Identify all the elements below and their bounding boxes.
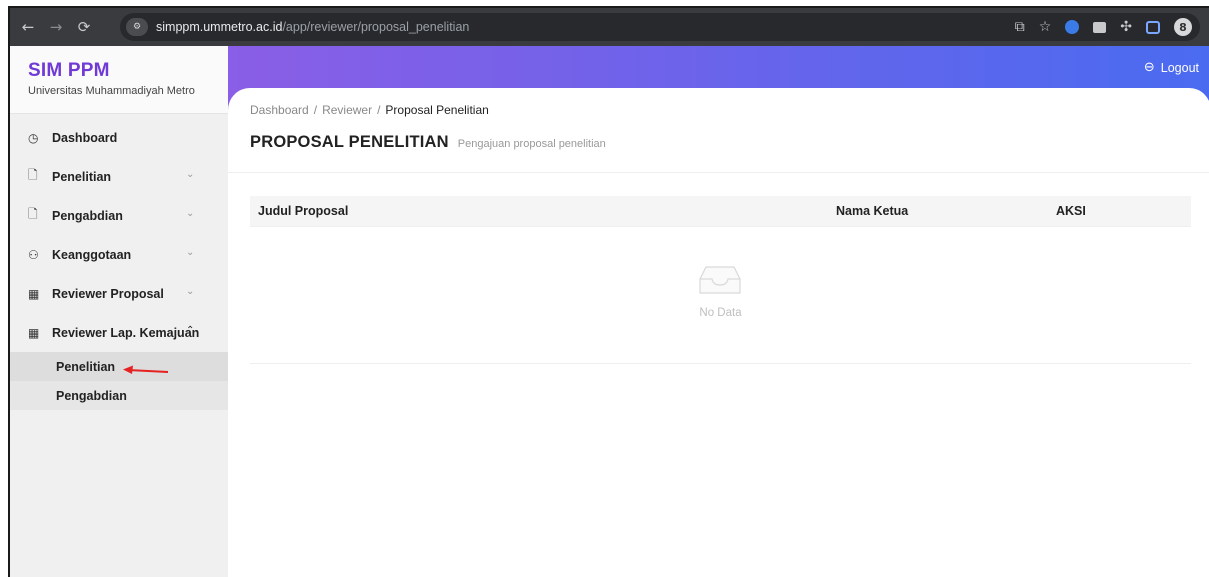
star-icon[interactable]: ☆ [1039, 19, 1052, 35]
sidebar-item-reviewer-proposal[interactable]: ▦ Reviewer Proposal ⌄ [10, 274, 228, 313]
sidebar-item-penelitian[interactable]: 🗋 Penelitian ⌄ [10, 157, 228, 196]
browser-window: ← → ⟳ ⚙ simppm.ummetro.ac.id/app/reviewe… [8, 6, 1209, 577]
browser-actions: ⧉ ☆ ✣ 8 [1015, 13, 1192, 41]
sidebar-item-label: Reviewer Lap. Kemajuan [52, 325, 200, 340]
sidebar-item-label: Reviewer Proposal [52, 286, 164, 301]
sidebar-item-label: Keanggotaan [52, 247, 132, 262]
sidebar-icon[interactable] [1146, 20, 1160, 34]
breadcrumb: Dashboard / Reviewer / Proposal Penelitian [250, 103, 489, 117]
annotation-arrow-icon [123, 365, 169, 374]
chevron-down-icon: ⌄ [186, 247, 195, 258]
column-header-aksi: AKSI [1056, 204, 1086, 218]
sidebar-item-label: Pengabdian [52, 208, 123, 223]
brand-title: SIM PPM [28, 60, 110, 81]
document-icon: 🗋 [28, 207, 38, 221]
submenu-reviewer-lap-kemajuan: Penelitian Pengabdian [10, 352, 228, 410]
brand: SIM PPM Universitas Muhammadiyah Metro [10, 46, 228, 114]
url-text[interactable]: simppm.ummetro.ac.id/app/reviewer/propos… [156, 20, 469, 34]
empty-inbox-icon [699, 266, 741, 294]
extension-icon[interactable]: ✣ [1120, 19, 1132, 35]
chevron-up-icon: ⌃ [186, 325, 195, 336]
sidebar-item-label: Dashboard [52, 130, 118, 145]
dashboard-icon: ◷ [28, 130, 39, 145]
sidebar-item-pengabdian[interactable]: 🗋 Pengabdian ⌄ [10, 196, 228, 235]
sidebar-item-keanggotaan[interactable]: ⚇ Keanggotaan ⌄ [10, 235, 228, 274]
sidebar-menu: ◷ Dashboard 🗋 Penelitian ⌄ 🗋 Pengabdian … [10, 114, 228, 410]
profile-icon[interactable]: 8 [1174, 18, 1192, 36]
logout-label: Logout [1160, 60, 1199, 75]
sidebar-item-dashboard[interactable]: ◷ Dashboard [10, 118, 228, 157]
address-bar[interactable]: ⚙ simppm.ummetro.ac.id/app/reviewer/prop… [120, 13, 1200, 41]
share-icon[interactable]: ⧉ [1015, 19, 1025, 35]
breadcrumb-link-dashboard[interactable]: Dashboard [250, 103, 309, 117]
submenu-item-penelitian[interactable]: Penelitian [10, 352, 228, 381]
extension-icon[interactable] [1065, 20, 1080, 34]
logout-icon: ⊖ [1143, 60, 1155, 75]
chevron-down-icon: ⌄ [186, 208, 195, 219]
column-header-judul-proposal[interactable]: Judul Proposal [258, 204, 348, 218]
back-arrow-icon[interactable]: ← [16, 15, 40, 39]
document-icon: 🗋 [28, 168, 38, 182]
column-header-nama-ketua[interactable]: Nama Ketua [836, 204, 908, 218]
breadcrumb-link-reviewer[interactable]: Reviewer [322, 103, 372, 117]
extension-icon[interactable] [1093, 21, 1107, 33]
url-host: simppm.ummetro.ac.id [156, 20, 283, 34]
table-header: Judul Proposal Nama Ketua AKSI [250, 196, 1191, 227]
sidebar: SIM PPM Universitas Muhammadiyah Metro ◷… [10, 46, 228, 577]
form-icon: ▦ [28, 286, 40, 301]
url-path: /app/reviewer/proposal_penelitian [282, 20, 470, 34]
brand-subtitle: Universitas Muhammadiyah Metro [28, 85, 195, 97]
breadcrumb-separator: / [313, 103, 318, 117]
page-heading: PROPOSAL PENELITIAN Pengajuan proposal p… [250, 133, 606, 152]
proposal-table: Judul Proposal Nama Ketua AKSI No Data [250, 196, 1191, 364]
table-body: No Data [250, 227, 1191, 364]
sidebar-item-reviewer-lap-kemajuan[interactable]: ▦ Reviewer Lap. Kemajuan ⌃ [10, 313, 228, 352]
sidebar-item-label: Penelitian [52, 169, 112, 184]
site-info-icon[interactable]: ⚙ [126, 18, 148, 36]
submenu-item-pengabdian[interactable]: Pengabdian [10, 381, 228, 410]
browser-toolbar: ← → ⟳ ⚙ simppm.ummetro.ac.id/app/reviewe… [10, 8, 1209, 46]
users-icon: ⚇ [28, 247, 39, 262]
breadcrumb-separator: / [377, 103, 381, 117]
chevron-down-icon: ⌄ [186, 286, 195, 297]
page-title: PROPOSAL PENELITIAN [250, 133, 449, 151]
logout-button[interactable]: ⊖ Logout [1144, 60, 1199, 75]
forward-arrow-icon[interactable]: → [44, 15, 68, 39]
chevron-down-icon: ⌄ [186, 169, 195, 180]
breadcrumb-current: Proposal Penelitian [385, 103, 489, 117]
empty-state-text: No Data [699, 307, 742, 319]
reload-icon[interactable]: ⟳ [72, 15, 96, 39]
page-subtitle: Pengajuan proposal penelitian [457, 138, 606, 150]
divider [228, 172, 1209, 173]
form-icon: ▦ [28, 325, 40, 340]
main-content: Dashboard / Reviewer / Proposal Penelitian P… [228, 88, 1209, 577]
